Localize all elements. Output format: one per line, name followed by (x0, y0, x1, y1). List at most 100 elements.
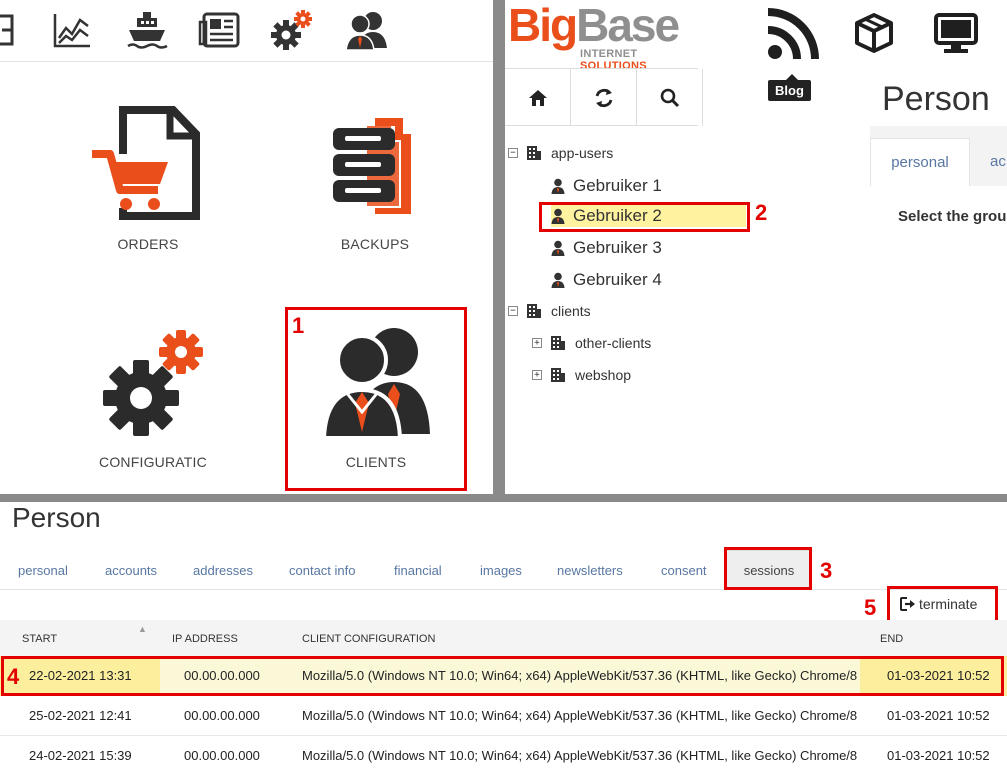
clients-highlight-box (285, 307, 467, 491)
backups-tile[interactable]: BACKUPS (285, 104, 465, 284)
tab-consent[interactable]: consent (661, 563, 707, 578)
preview-select-text: Select the grou (898, 208, 1007, 225)
person-tabs: personal accounts addresses contact info… (0, 546, 1007, 590)
tree-label-gebruiker-3: Gebruiker 3 (573, 238, 662, 257)
search-button[interactable] (637, 69, 703, 126)
tab-accounts[interactable]: accounts (105, 563, 157, 578)
backups-icon (333, 118, 411, 214)
rss-icon[interactable] (763, 6, 821, 64)
tab-images[interactable]: images (480, 563, 522, 578)
tab-newsletters[interactable]: newsletters (557, 563, 623, 578)
sort-ascending-icon[interactable]: ▲ (138, 624, 147, 634)
tree-label-app-users: app-users (551, 145, 614, 161)
panel-divider-vertical (493, 0, 505, 494)
row-highlight-box (1, 656, 1004, 696)
expand-toggle[interactable]: + (532, 338, 542, 348)
preview-tab-accounts[interactable]: ac (990, 153, 1006, 170)
blog-tooltip: Blog (768, 74, 811, 101)
page-title: Person (12, 502, 101, 533)
monitor-icon[interactable] (933, 12, 979, 54)
tree-label-webshop: webshop (575, 367, 632, 383)
home-icon (528, 89, 547, 106)
orders-icon (92, 106, 200, 220)
tree-node-clients[interactable]: − clients (508, 303, 591, 319)
collapse-toggle[interactable]: − (508, 148, 518, 158)
preview-title: Person (882, 80, 990, 118)
column-start[interactable]: START (22, 633, 57, 645)
tree-node-gebruiker-3[interactable]: Gebruiker 3 (551, 238, 662, 258)
tab-contact-info[interactable]: contact info (289, 563, 356, 578)
cell-config: Mozilla/5.0 (Windows NT 10.0; Win64; x64… (302, 708, 858, 723)
orders-label: ORDERS (117, 236, 179, 252)
gears-icon[interactable] (270, 8, 314, 52)
person-preview: Person personal ac Select the grou (870, 68, 1007, 494)
home-button[interactable] (505, 69, 571, 126)
partial-toolbar-icon[interactable] (0, 8, 30, 52)
tree-label-clients: clients (551, 303, 591, 319)
tree-node-webshop[interactable]: + webshop (532, 367, 631, 383)
tab-addresses[interactable]: addresses (193, 563, 253, 578)
cell-config: Mozilla/5.0 (Windows NT 10.0; Win64; x64… (302, 748, 858, 763)
configuration-label: CONFIGURATIC (99, 454, 207, 470)
bigbase-logo[interactable]: BigBase INTERNET SOLUTIONS (508, 0, 693, 72)
sessions-tab-highlight-box (724, 547, 812, 590)
building-icon (527, 304, 541, 318)
user-icon (551, 240, 565, 256)
user-icon (551, 178, 565, 194)
search-icon (660, 88, 679, 107)
tree-toolbar (505, 68, 703, 126)
column-end[interactable]: END (880, 633, 903, 645)
step-2-marker: 2 (755, 200, 768, 225)
ship-icon[interactable] (125, 8, 169, 52)
configuration-icon (103, 330, 203, 436)
orders-tile[interactable]: ORDERS (58, 104, 238, 284)
launcher-toolbar (0, 0, 493, 62)
gebruiker-2-highlight-box (539, 202, 750, 232)
users-icon[interactable] (345, 8, 389, 52)
building-icon (551, 368, 565, 382)
terminate-highlight-box (887, 586, 998, 623)
backups-label: BACKUPS (340, 236, 410, 252)
column-client-configuration[interactable]: CLIENT CONFIGURATION (302, 633, 435, 645)
cell-ip: 00.00.00.000 (184, 708, 260, 723)
person-sessions-panel: Person personal accounts addresses conta… (0, 502, 1007, 772)
logo-base-part: Base (576, 0, 680, 51)
preview-tab-personal[interactable]: personal (870, 138, 970, 186)
refresh-icon (595, 88, 612, 107)
sessions-table-header: START ▲ IP ADDRESS CLIENT CONFIGURATION … (0, 620, 1007, 656)
step-1-marker: 1 (292, 313, 305, 338)
box-icon[interactable] (853, 12, 895, 54)
building-icon (527, 146, 541, 160)
logo-sub-part-1: INTERNET (580, 48, 638, 60)
tree-label-gebruiker-4: Gebruiker 4 (573, 270, 662, 289)
building-icon (551, 336, 565, 350)
expand-toggle[interactable]: + (532, 370, 542, 380)
refresh-button[interactable] (571, 69, 637, 126)
tree-node-app-users[interactable]: − app-users (508, 145, 613, 161)
table-row[interactable]: 24-02-2021 15:39 00.00.00.000 Mozilla/5.… (0, 736, 1007, 772)
logo-big-part: Big (508, 0, 578, 51)
tab-financial[interactable]: financial (394, 563, 442, 578)
column-ip-address[interactable]: IP ADDRESS (172, 633, 238, 645)
tree-node-gebruiker-4[interactable]: Gebruiker 4 (551, 270, 662, 290)
cell-ip: 00.00.00.000 (184, 748, 260, 763)
configuration-tile[interactable]: CONFIGURATIC (63, 322, 243, 494)
chart-icon[interactable] (50, 8, 94, 52)
tree-node-gebruiker-1[interactable]: Gebruiker 1 (551, 176, 662, 196)
news-icon[interactable] (198, 8, 242, 52)
launcher-panel: ORDERS BACKUPS CONFIGURATIC CLIENTS 1 (0, 0, 493, 494)
cell-end: 01-03-2021 10:52 (887, 748, 990, 763)
collapse-toggle[interactable]: − (508, 306, 518, 316)
step-3-marker: 3 (820, 558, 833, 583)
step-5-marker: 5 (864, 595, 877, 620)
cell-start: 24-02-2021 15:39 (29, 748, 132, 763)
tree-label-gebruiker-1: Gebruiker 1 (573, 176, 662, 195)
tree-panel: BigBase INTERNET SOLUTIONS Blog − app-us… (505, 0, 1007, 494)
tree-node-other-clients[interactable]: + other-clients (532, 335, 651, 351)
step-4-marker: 4 (7, 664, 20, 689)
panel-divider-horizontal (0, 494, 1007, 502)
cell-end: 01-03-2021 10:52 (887, 708, 990, 723)
table-row[interactable]: 25-02-2021 12:41 00.00.00.000 Mozilla/5.… (0, 696, 1007, 736)
tab-personal[interactable]: personal (18, 563, 68, 578)
user-icon (551, 272, 565, 288)
